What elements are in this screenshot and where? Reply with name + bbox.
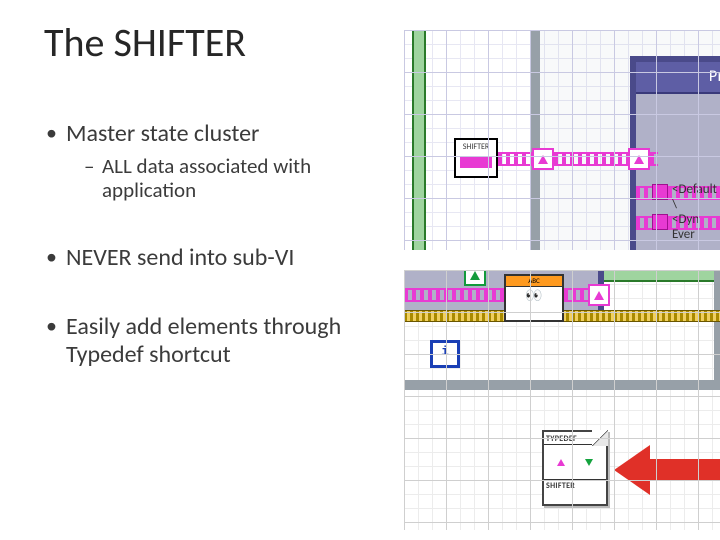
event-tunnel-2 [652, 214, 668, 230]
triangle-down-icon [480, 159, 488, 166]
diagram-bottom: ABC 👀 i TYPEDEF SHIFTER [404, 270, 720, 530]
sub-vi-face-icon: 👀 [506, 287, 562, 304]
shifter-icon-bar [460, 156, 492, 168]
page-corner-icon [592, 430, 608, 446]
green-vertical-rail [412, 30, 426, 250]
bullet-1-text: Master state cluster [66, 119, 259, 148]
arrow-shaft [644, 459, 720, 481]
iteration-terminal: i [430, 340, 460, 368]
triangle-down-icon [585, 459, 593, 466]
bullet-1-sub-1: ALL data associated with application [84, 154, 384, 202]
typedef-mid-icon [547, 448, 603, 476]
sub-vi-node: ABC 👀 [504, 274, 564, 322]
bullet-3: Easily add elements through Typedef shor… [44, 313, 384, 368]
event-header: Primary [636, 62, 720, 94]
triangle-up-icon [464, 159, 472, 166]
slide-body: Master state cluster ALL data associated… [44, 120, 384, 411]
label-dyn-event: <Dyn Ever [672, 212, 720, 242]
triangle-up-icon [557, 459, 565, 466]
slide-title: The SHIFTER [44, 18, 246, 67]
arrow-head [614, 445, 650, 495]
shift-register-left [532, 148, 554, 170]
shift-register-tunnel [628, 148, 650, 170]
event-tunnel-1 [652, 184, 668, 200]
shift-register-pink-b [588, 284, 610, 306]
bullet-2: NEVER send into sub-VI [44, 244, 384, 272]
shifter-icon-label: SHIFTER [463, 142, 490, 152]
shift-register-green [464, 270, 486, 286]
slide: The SHIFTER Master state cluster ALL dat… [0, 0, 720, 540]
typedef-label-bottom: SHIFTER [544, 479, 606, 492]
sub-vi-header: ABC [506, 276, 562, 287]
label-default: <Default \ [672, 182, 720, 212]
shifter-icon: SHIFTER [454, 138, 498, 178]
red-arrow-icon [614, 445, 720, 495]
diagram-top: Primary SHIFTER <Default \ <Dyn Ever [404, 30, 720, 250]
typedef-shortcut-icon: TYPEDEF SHIFTER [542, 430, 608, 506]
bullet-1: Master state cluster ALL data associated… [44, 120, 384, 202]
